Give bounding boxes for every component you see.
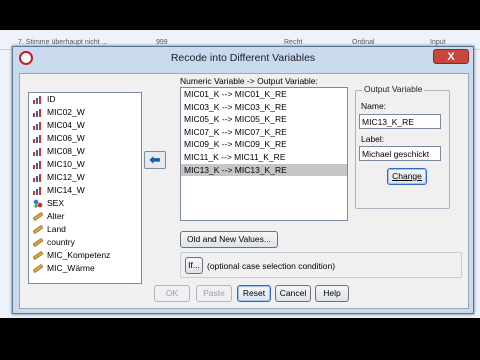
source-variable-label: ID xyxy=(47,94,56,104)
old-and-new-values-button[interactable]: Old and New Values... xyxy=(180,231,278,248)
arrow-left-icon: ⬅ xyxy=(149,152,161,167)
mapping-item[interactable]: MIC07_K --> MIC07_K_RE xyxy=(181,126,347,139)
ruler-variable-icon xyxy=(32,250,44,261)
nominal-variable-icon xyxy=(33,199,43,208)
source-variable-label: country xyxy=(47,237,75,247)
source-variable-label: MIC_Kompetenz xyxy=(47,250,111,260)
output-name-input[interactable]: MIC13_K_RE xyxy=(359,114,441,129)
paste-button[interactable]: Paste xyxy=(196,285,232,302)
mapping-item-selected[interactable]: MIC13_K --> MIC13_K_RE xyxy=(181,163,347,177)
source-variable-item[interactable]: MIC_Wärme xyxy=(29,262,141,275)
source-variable-label: Land xyxy=(47,224,66,234)
source-variable-item[interactable]: country xyxy=(29,236,141,249)
source-variable-label: MIC12_W xyxy=(47,172,85,182)
mapping-item[interactable]: MIC01_K --> MIC01_K_RE xyxy=(181,88,347,101)
ruler-variable-icon xyxy=(32,211,44,222)
mapping-item[interactable]: MIC09_K --> MIC09_K_RE xyxy=(181,138,347,151)
source-variable-label: MIC06_W xyxy=(47,133,85,143)
if-caption: (optional case selection condition) xyxy=(207,261,336,271)
mapping-list[interactable]: MIC01_K --> MIC01_K_RE MIC03_K --> MIC03_… xyxy=(180,87,348,221)
close-button[interactable]: X xyxy=(433,49,469,64)
scale-variable-icon xyxy=(33,186,43,195)
recode-dialog: Recode into Different Variables X ID MIC0… xyxy=(12,46,474,314)
scale-variable-icon xyxy=(33,160,43,169)
scale-variable-icon xyxy=(33,134,43,143)
reset-button[interactable]: Reset xyxy=(237,285,271,302)
dialog-title: Recode into Different Variables xyxy=(170,52,316,64)
ruler-variable-icon xyxy=(32,263,44,274)
source-variable-item[interactable]: MIC08_W xyxy=(29,145,141,158)
dialog-client: ID MIC02_W MIC04_W MIC06_W MIC08_W MIC10_W MIC… xyxy=(19,73,469,309)
source-variable-label: MIC02_W xyxy=(47,107,85,117)
source-variable-label: MIC_Wärme xyxy=(47,263,95,273)
mapping-item[interactable]: MIC05_K --> MIC05_K_RE xyxy=(181,113,347,126)
source-variable-item[interactable]: MIC_Kompetenz xyxy=(29,249,141,262)
source-variable-item[interactable]: Land xyxy=(29,223,141,236)
scale-variable-icon xyxy=(33,173,43,182)
help-button[interactable]: Help xyxy=(315,285,349,302)
if-button[interactable]: If... xyxy=(185,257,203,274)
ok-button[interactable]: OK xyxy=(154,285,190,302)
label-label: Label: xyxy=(361,134,385,144)
source-variable-label: Alter xyxy=(47,211,65,221)
source-variable-item[interactable]: MIC14_W xyxy=(29,184,141,197)
cancel-button[interactable]: Cancel xyxy=(275,285,311,302)
mapping-item[interactable]: MIC11_K --> MIC11_K_RE xyxy=(181,151,347,164)
mapping-item[interactable]: MIC03_K --> MIC03_K_RE xyxy=(181,101,347,114)
source-variable-item[interactable]: MIC12_W xyxy=(29,171,141,184)
scale-variable-icon xyxy=(33,108,43,117)
source-variable-item[interactable]: MIC02_W xyxy=(29,106,141,119)
source-variable-item[interactable]: SEX xyxy=(29,197,141,210)
ruler-variable-icon xyxy=(32,224,44,235)
source-variable-label: MIC10_W xyxy=(47,159,85,169)
source-variable-label: SEX xyxy=(47,198,65,208)
dialog-titlebar[interactable]: Recode into Different Variables X xyxy=(13,47,473,69)
change-button[interactable]: Change xyxy=(387,168,427,185)
source-variable-item[interactable]: MIC06_W xyxy=(29,132,141,145)
source-variable-label: MIC14_W xyxy=(47,185,85,195)
scale-variable-icon xyxy=(33,121,43,130)
output-variable-legend: Output Variable xyxy=(362,84,425,94)
ruler-variable-icon xyxy=(32,237,44,248)
source-variable-label: MIC08_W xyxy=(47,146,85,156)
source-variable-item[interactable]: Alter xyxy=(29,210,141,223)
source-variable-item[interactable]: ID xyxy=(29,93,141,106)
source-variable-label: MIC04_W xyxy=(47,120,85,130)
scale-variable-icon xyxy=(33,95,43,104)
source-variable-item[interactable]: MIC04_W xyxy=(29,119,141,132)
scale-variable-icon xyxy=(33,147,43,156)
source-variable-item[interactable]: MIC10_W xyxy=(29,158,141,171)
mapping-header: Numeric Variable -> Output Variable: xyxy=(180,76,318,86)
move-variable-arrow-button[interactable]: ⬅ xyxy=(144,151,166,169)
source-variable-list[interactable]: ID MIC02_W MIC04_W MIC06_W MIC08_W MIC10_W MIC… xyxy=(28,92,142,284)
output-label-input[interactable]: Michael geschickt xyxy=(359,146,441,161)
name-label: Name: xyxy=(361,101,387,111)
